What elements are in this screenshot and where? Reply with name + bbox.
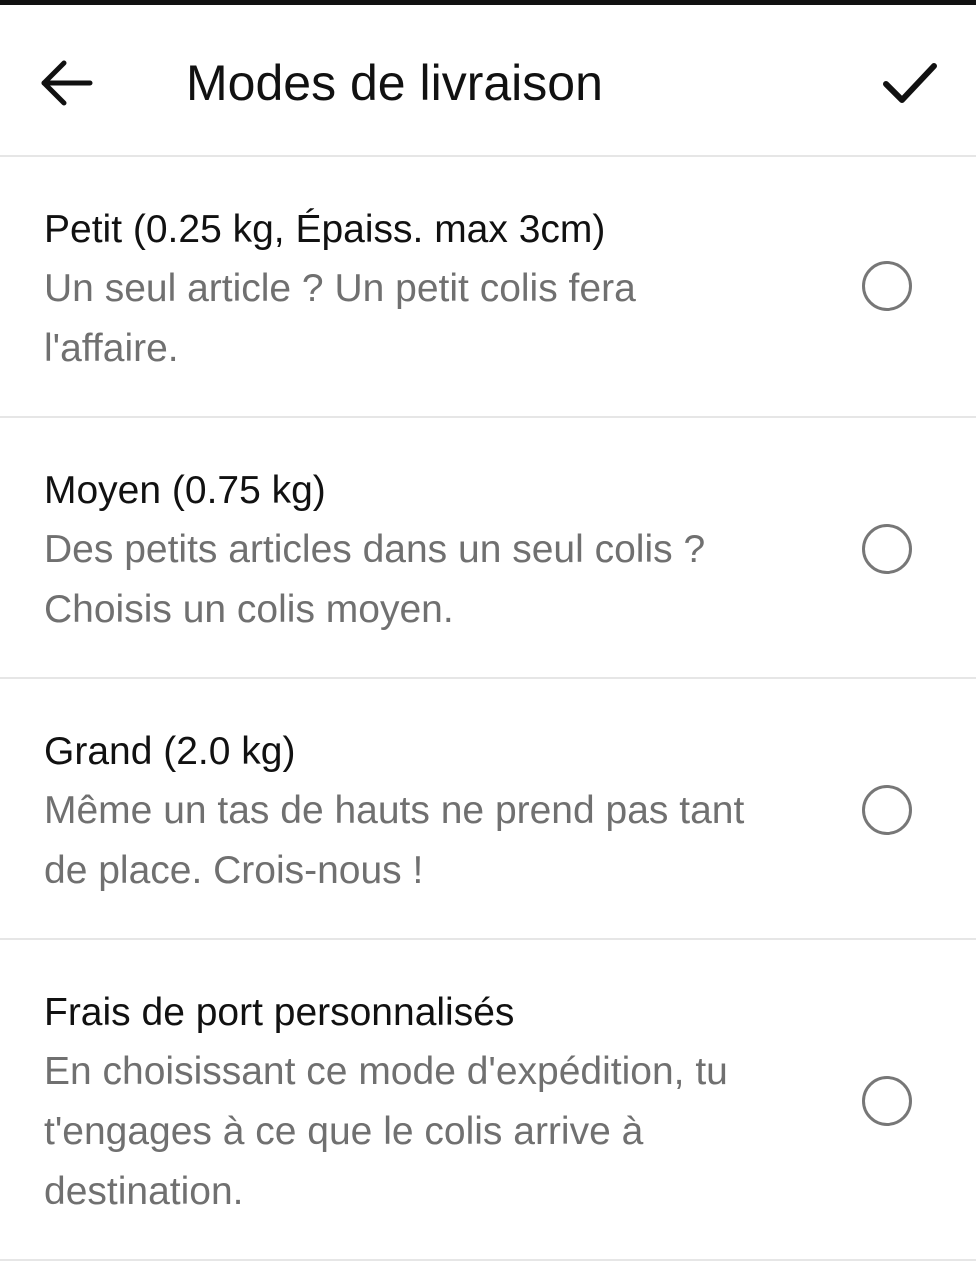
option-text: Grand (2.0 kg) Même un tas de hauts ne p… <box>44 723 824 901</box>
option-description: Même un tas de hauts ne prend pas tant d… <box>44 789 745 892</box>
app-header: Modes de livraison <box>0 5 976 157</box>
option-text: Frais de port personnalisés En choisissa… <box>44 984 824 1222</box>
option-text: Petit (0.25 kg, Épaiss. max 3cm) Un seul… <box>44 201 824 379</box>
shipping-option-large[interactable]: Grand (2.0 kg) Même un tas de hauts ne p… <box>0 679 976 940</box>
option-name: Frais de port personnalisés <box>44 991 515 1034</box>
arrow-left-icon <box>41 60 93 106</box>
option-name: Petit (0.25 kg, Épaiss. max 3cm) <box>44 208 606 251</box>
shipping-option-custom[interactable]: Frais de port personnalisés En choisissa… <box>0 940 976 1261</box>
option-description: En choisissant ce mode d'expédition, tu … <box>44 1050 728 1213</box>
option-description: Un seul article ? Un petit colis fera l'… <box>44 267 636 370</box>
checkmark-icon <box>883 63 937 103</box>
radio-button-large[interactable] <box>862 785 912 835</box>
radio-button-medium[interactable] <box>862 524 912 574</box>
shipping-option-medium[interactable]: Moyen (0.75 kg) Des petits articles dans… <box>0 418 976 679</box>
shipping-options-list: Petit (0.25 kg, Épaiss. max 3cm) Un seul… <box>0 157 976 1261</box>
option-description: Des petits articles dans un seul colis ?… <box>44 528 706 631</box>
option-name: Grand (2.0 kg) <box>44 730 296 773</box>
shipping-option-small[interactable]: Petit (0.25 kg, Épaiss. max 3cm) Un seul… <box>0 157 976 418</box>
radio-button-custom[interactable] <box>862 1076 912 1126</box>
back-button[interactable] <box>22 41 110 125</box>
option-name: Moyen (0.75 kg) <box>44 469 326 512</box>
radio-button-small[interactable] <box>862 261 912 311</box>
option-text: Moyen (0.75 kg) Des petits articles dans… <box>44 462 824 640</box>
confirm-button[interactable] <box>866 41 954 125</box>
page-title: Modes de livraison <box>186 55 603 111</box>
